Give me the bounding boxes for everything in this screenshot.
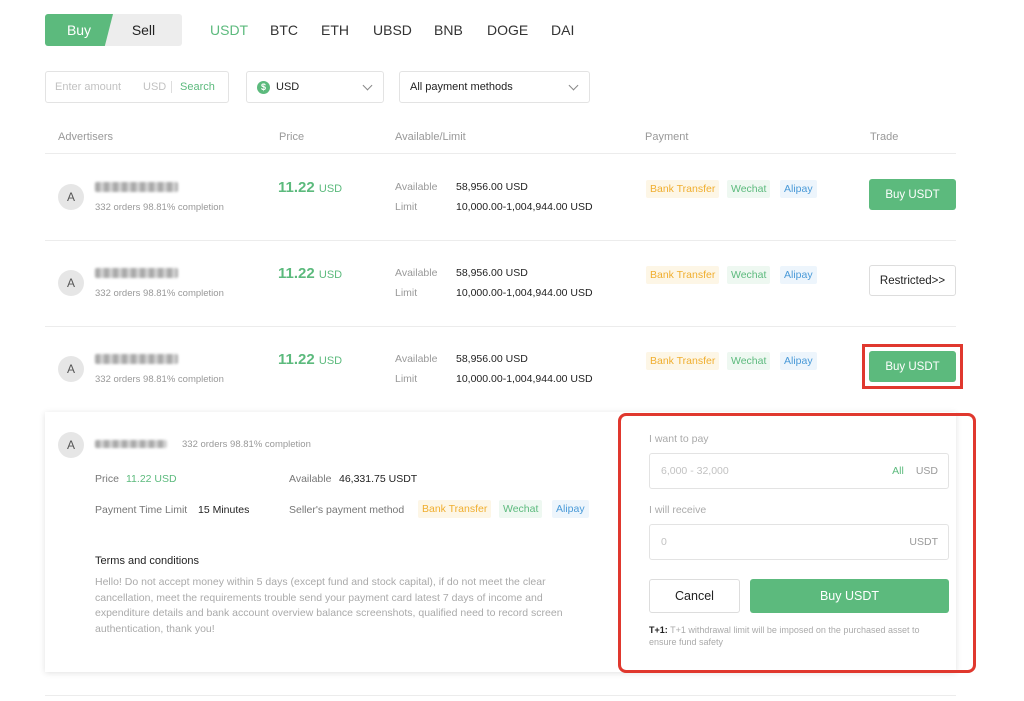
payment-tag-wechat: Wechat bbox=[727, 352, 771, 370]
price-value: 11.22 bbox=[278, 265, 315, 282]
limit-label: Limit bbox=[395, 201, 418, 213]
divider bbox=[45, 695, 956, 696]
coin-tab-eth[interactable]: ETH bbox=[321, 22, 349, 38]
price: 11.22 USD bbox=[278, 351, 342, 368]
terms-text: Hello! Do not accept money within 5 days… bbox=[95, 575, 605, 637]
available-label: Available bbox=[289, 473, 332, 485]
terms-line: cancellation, meet the requirements trou… bbox=[95, 591, 543, 604]
price-label: Price bbox=[95, 473, 119, 485]
coin-tab-ubsd[interactable]: UBSD bbox=[373, 22, 412, 38]
available-label: Available bbox=[395, 267, 438, 279]
header-advertisers: Advertisers bbox=[58, 131, 114, 143]
payment-tag-bank-transfer: Bank Transfer bbox=[646, 266, 720, 284]
available-value: 58,956.00 USD bbox=[456, 353, 528, 365]
seller-payment-method-label: Seller's payment method bbox=[289, 504, 405, 516]
payment-tag-wechat: Wechat bbox=[727, 266, 771, 284]
payment-method-select[interactable]: All payment methods bbox=[399, 71, 590, 103]
available-label: Available bbox=[395, 353, 438, 365]
advertiser-name-redacted bbox=[95, 268, 178, 278]
advertiser-stats: 332 orders 98.81% completion bbox=[95, 202, 224, 213]
available-value: 58,956.00 USD bbox=[456, 267, 528, 279]
highlight-box bbox=[618, 413, 976, 673]
divider bbox=[45, 326, 956, 327]
avatar: A bbox=[58, 270, 84, 296]
advertiser-name-redacted bbox=[95, 354, 178, 364]
limit-value: 10,000.00-1,004,944.00 USD bbox=[456, 287, 593, 299]
buy-usdt-button[interactable]: Buy USDT bbox=[869, 179, 956, 210]
advertiser-name-redacted bbox=[95, 182, 178, 192]
payment-tag-alipay: Alipay bbox=[552, 500, 589, 518]
payment-tag-wechat: Wechat bbox=[499, 500, 543, 518]
price-value: 11.22 USD bbox=[126, 473, 177, 485]
limit-value: 10,000.00-1,004,944.00 USD bbox=[456, 201, 593, 213]
terms-title: Terms and conditions bbox=[95, 555, 199, 567]
available-value: 46,331.75 USDT bbox=[339, 473, 418, 485]
terms-line: authentication, thank you! bbox=[95, 622, 215, 635]
divider bbox=[45, 153, 956, 154]
available-value: 58,956.00 USD bbox=[456, 181, 528, 193]
price-unit: USD bbox=[318, 269, 343, 281]
payment-tag-alipay: Alipay bbox=[780, 352, 817, 370]
terms-line: Hello! Do not accept money within 5 days… bbox=[95, 576, 546, 588]
terms-line: expenditure details and bank account ove… bbox=[95, 607, 563, 619]
coin-tab-usdt[interactable]: USDT bbox=[210, 22, 248, 38]
payment-tag-wechat: Wechat bbox=[727, 180, 771, 198]
limit-label: Limit bbox=[395, 287, 418, 299]
avatar: A bbox=[58, 432, 84, 458]
coin-tab-doge[interactable]: DOGE bbox=[487, 22, 528, 38]
chevron-down-icon bbox=[568, 80, 579, 91]
price-value: 11.22 bbox=[278, 179, 315, 196]
coin-tab-bnb[interactable]: BNB bbox=[434, 22, 463, 38]
amount-input[interactable]: Enter amount bbox=[55, 81, 143, 93]
price: 11.22 USD bbox=[278, 179, 342, 196]
payment-tag-alipay: Alipay bbox=[780, 180, 817, 198]
header-available-limit: Available/Limit bbox=[395, 131, 466, 143]
restricted-button[interactable]: Restricted>> bbox=[869, 265, 956, 296]
chevron-down-icon bbox=[362, 80, 373, 91]
advertiser-stats: 332 orders 98.81% completion bbox=[95, 288, 224, 299]
payment-time-limit-label: Payment Time Limit bbox=[95, 504, 188, 516]
payment-tag-bank-transfer: Bank Transfer bbox=[646, 180, 720, 198]
header-trade: Trade bbox=[870, 131, 899, 143]
amount-currency: USD bbox=[143, 81, 167, 93]
limit-label: Limit bbox=[395, 373, 418, 385]
payment-tag-bank-transfer: Bank Transfer bbox=[646, 352, 720, 370]
price-value: 11.22 bbox=[278, 351, 315, 368]
payment-tag-alipay: Alipay bbox=[780, 266, 817, 284]
payment-method-value: All payment methods bbox=[410, 81, 513, 93]
amount-search-box: Enter amount USD Search bbox=[45, 71, 229, 103]
divider bbox=[45, 240, 956, 241]
price: 11.22 USD bbox=[278, 265, 342, 282]
header-price: Price bbox=[279, 131, 305, 143]
price-unit: USD bbox=[318, 183, 343, 195]
price-unit: USD bbox=[318, 355, 343, 367]
divider bbox=[171, 81, 172, 93]
header-payment: Payment bbox=[645, 131, 689, 143]
avatar: A bbox=[58, 184, 84, 210]
buy-sell-toggle: Buy Sell bbox=[45, 14, 182, 46]
payment-tag-bank-transfer: Bank Transfer bbox=[418, 500, 492, 518]
currency-select[interactable]: $ USD bbox=[246, 71, 384, 103]
currency-value: USD bbox=[276, 81, 300, 93]
advertiser-stats: 332 orders 98.81% completion bbox=[182, 439, 311, 450]
payment-time-limit-value: 15 Minutes bbox=[198, 504, 250, 516]
buy-usdt-button[interactable]: Buy USDT bbox=[869, 351, 956, 382]
advertiser-stats: 332 orders 98.81% completion bbox=[95, 374, 224, 385]
advertiser-name-redacted bbox=[95, 440, 167, 448]
buy-tab[interactable]: Buy bbox=[45, 14, 113, 46]
sell-tab[interactable]: Sell bbox=[105, 14, 182, 46]
dollar-icon: $ bbox=[257, 80, 270, 94]
limit-value: 10,000.00-1,004,944.00 USD bbox=[456, 373, 593, 385]
avatar: A bbox=[58, 356, 84, 382]
coin-tab-btc[interactable]: BTC bbox=[270, 22, 298, 38]
available-label: Available bbox=[395, 181, 438, 193]
search-button[interactable]: Search bbox=[180, 81, 215, 93]
coin-tab-dai[interactable]: DAI bbox=[551, 22, 574, 38]
